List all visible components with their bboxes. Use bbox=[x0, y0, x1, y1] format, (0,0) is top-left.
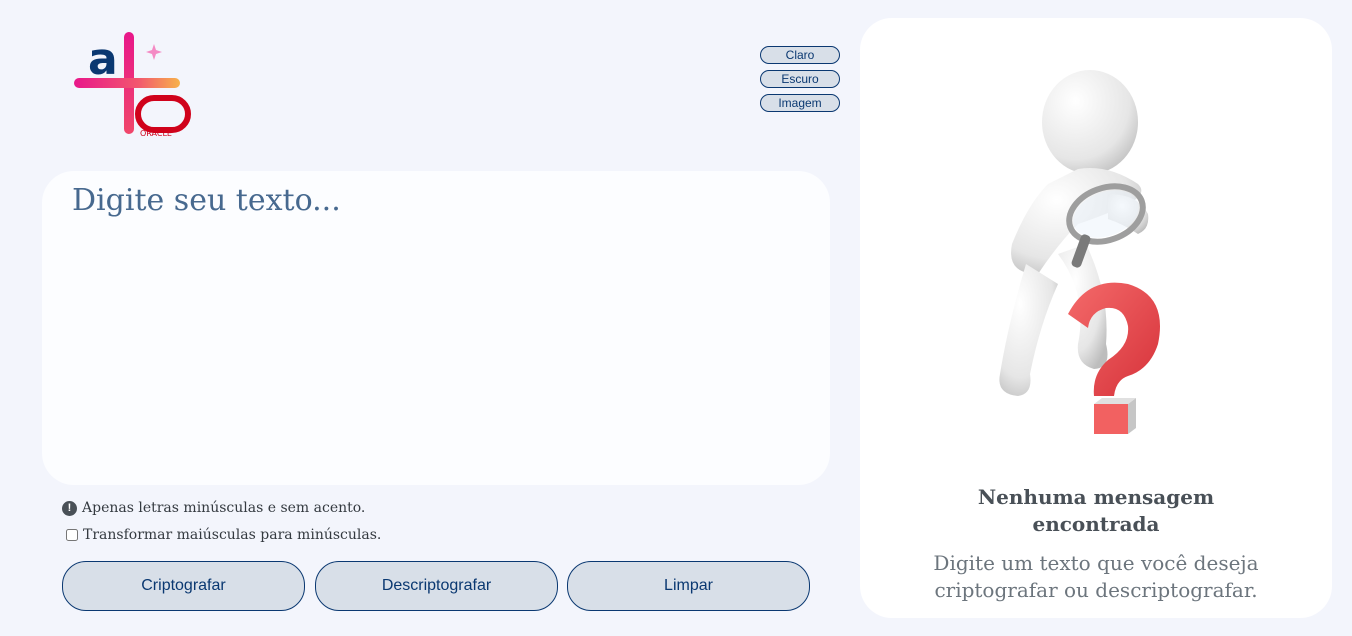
theme-switcher: Claro Escuro Imagem bbox=[760, 46, 840, 118]
message-input[interactable] bbox=[72, 183, 792, 463]
alura-oracle-logo: a ORACLE bbox=[70, 28, 192, 144]
lowercase-option[interactable]: Transformar maiúsculas para minúsculas. bbox=[66, 527, 381, 543]
empty-state-title: Nenhuma mensagem encontrada bbox=[977, 485, 1215, 536]
output-panel: Nenhuma mensagem encontrada Digite um te… bbox=[860, 18, 1332, 618]
lowercase-checkbox[interactable] bbox=[66, 529, 78, 541]
search-person-question-illustration bbox=[978, 44, 1218, 444]
decrypt-button[interactable]: Descriptografar bbox=[315, 561, 558, 611]
empty-state-description: Digite um texto que você deseja criptogr… bbox=[933, 551, 1259, 602]
svg-text:a: a bbox=[88, 34, 118, 85]
exclamation-circle-icon: ! bbox=[62, 500, 77, 516]
text-input-card bbox=[42, 171, 830, 485]
info-hint-text: Apenas letras minúsculas e sem acento. bbox=[82, 500, 366, 516]
info-hint: ! Apenas letras minúsculas e sem acento. bbox=[62, 500, 365, 516]
theme-image-button[interactable]: Imagem bbox=[760, 94, 840, 112]
theme-dark-button[interactable]: Escuro bbox=[760, 70, 840, 88]
app-root: a ORACLE Claro Escuro Imagem ! Apenas le… bbox=[0, 0, 1352, 636]
theme-light-button[interactable]: Claro bbox=[760, 46, 840, 64]
encrypt-button[interactable]: Criptografar bbox=[62, 561, 305, 611]
svg-text:ORACLE: ORACLE bbox=[140, 129, 172, 138]
clear-button[interactable]: Limpar bbox=[567, 561, 810, 611]
lowercase-checkbox-label: Transformar maiúsculas para minúsculas. bbox=[83, 527, 382, 543]
